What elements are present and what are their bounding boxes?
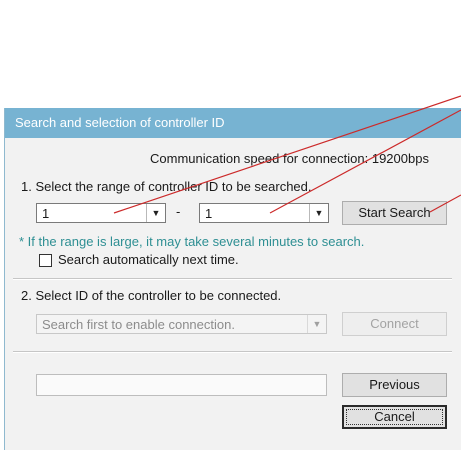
search-hint-text: * If the range is large, it may take sev… [19, 234, 365, 249]
comm-speed-text: Communication speed for connection: 1920… [150, 151, 429, 166]
section-divider [13, 351, 452, 353]
controller-id-dialog: Search and selection of controller ID Co… [4, 108, 461, 450]
range-dash: - [176, 204, 181, 219]
chevron-down-icon[interactable]: ▼ [309, 204, 328, 222]
step1-label: 1. Select the range of controller ID to … [21, 179, 312, 194]
chevron-down-icon: ▼ [307, 315, 326, 333]
auto-search-label: Search automatically next time. [58, 252, 239, 267]
dialog-title: Search and selection of controller ID [5, 108, 461, 138]
range-to-dropdown[interactable]: 1 ▼ [199, 203, 329, 223]
controller-select-value: Search first to enable connection. [42, 317, 235, 332]
step2-label: 2. Select ID of the controller to be con… [21, 288, 282, 303]
range-to-value: 1 [205, 206, 213, 221]
focus-ring [346, 409, 443, 425]
range-from-value: 1 [42, 206, 50, 221]
connect-button[interactable]: Connect [342, 312, 447, 336]
auto-search-checkbox[interactable] [39, 254, 52, 267]
chevron-down-icon[interactable]: ▼ [146, 204, 165, 222]
controller-select-dropdown[interactable]: Search first to enable connection. ▼ [36, 314, 327, 334]
progress-bar [36, 374, 327, 396]
previous-button[interactable]: Previous [342, 373, 447, 397]
section-divider [13, 278, 452, 280]
start-search-button[interactable]: Start Search [342, 201, 447, 225]
cancel-button[interactable]: Cancel [342, 405, 447, 429]
range-from-dropdown[interactable]: 1 ▼ [36, 203, 166, 223]
